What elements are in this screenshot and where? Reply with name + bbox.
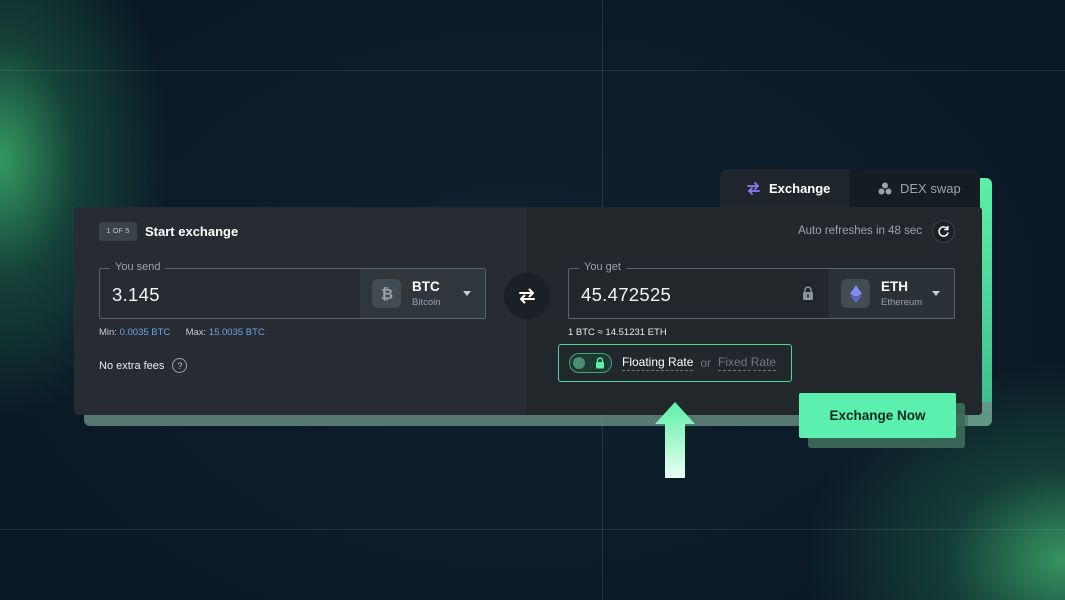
dex-circles-icon [878,182,892,194]
grid-line [0,529,1065,530]
chevron-down-icon [932,291,940,296]
get-coin-name: Ethereum [881,297,923,308]
lock-icon [596,357,604,369]
no-fees-note: No extra fees ? [99,358,188,373]
floating-rate-option[interactable]: Floating Rate [622,355,694,371]
exchange-now-button[interactable]: Exchange Now [799,393,956,438]
send-amount-input[interactable]: 3.145 [112,284,160,306]
chevron-down-icon [463,291,471,296]
card-title: Start exchange [145,224,239,239]
send-field[interactable]: You send 3.145 ₿ BTC Bitcoin [99,261,486,319]
send-coin-selector[interactable]: ₿ BTC Bitcoin [360,269,485,318]
rate-or-text: or [700,356,712,370]
refresh-button[interactable] [932,220,955,243]
min-value[interactable]: 0.0035 BTC [120,327,171,338]
bitcoin-icon: ₿ [372,279,401,308]
tab-exchange-label: Exchange [769,180,831,196]
step-badge: 1 OF 5 [99,222,137,241]
exchange-rate-text: 1 BTC ≈ 14.51231 ETH [568,327,667,338]
send-limits: Min: 0.0035 BTC Max: 15.0035 BTC [99,327,265,338]
toggle-knob [573,357,585,369]
get-coin-selector[interactable]: ETH Ethereum [829,269,954,318]
exchange-card: 1 OF 5 Start exchange Auto refreshes in … [74,207,982,415]
send-coin-code: BTC [412,279,440,294]
get-amount-value: 45.472525 [581,284,672,305]
get-coin-code: ETH [881,279,908,294]
refresh-icon [938,225,949,237]
swap-arrows-icon [747,181,760,195]
fixed-rate-option[interactable]: Fixed Rate [718,355,777,371]
tab-dex-swap[interactable]: DEX swap [850,169,980,207]
send-coin-name: Bitcoin [412,297,441,308]
send-label: You send [110,261,166,273]
grid-line [0,70,1065,71]
tab-bar: Exchange DEX swap [720,169,980,209]
rate-lock-switch[interactable] [569,353,612,373]
swap-direction-button[interactable] [504,273,550,319]
ethereum-icon [841,279,870,308]
tab-dex-swap-label: DEX swap [900,180,961,196]
get-field[interactable]: You get 45.472525 ETH Ethereum [568,261,955,319]
svg-text:₿: ₿ [380,285,392,303]
lock-icon [803,286,813,300]
swap-arrows-icon [519,288,535,304]
help-icon[interactable]: ? [172,358,188,373]
max-value[interactable]: 15.0035 BTC [209,327,265,338]
rate-type-toggle[interactable]: Floating Rate or Fixed Rate [558,344,792,382]
fees-text: No extra fees [99,359,165,372]
tab-exchange[interactable]: Exchange [746,169,830,207]
min-label: Min: [99,327,117,338]
auto-refresh-text: Auto refreshes in 48 sec [797,225,922,237]
max-label: Max: [185,327,207,338]
up-arrow-icon [655,402,695,478]
get-label: You get [579,261,626,273]
